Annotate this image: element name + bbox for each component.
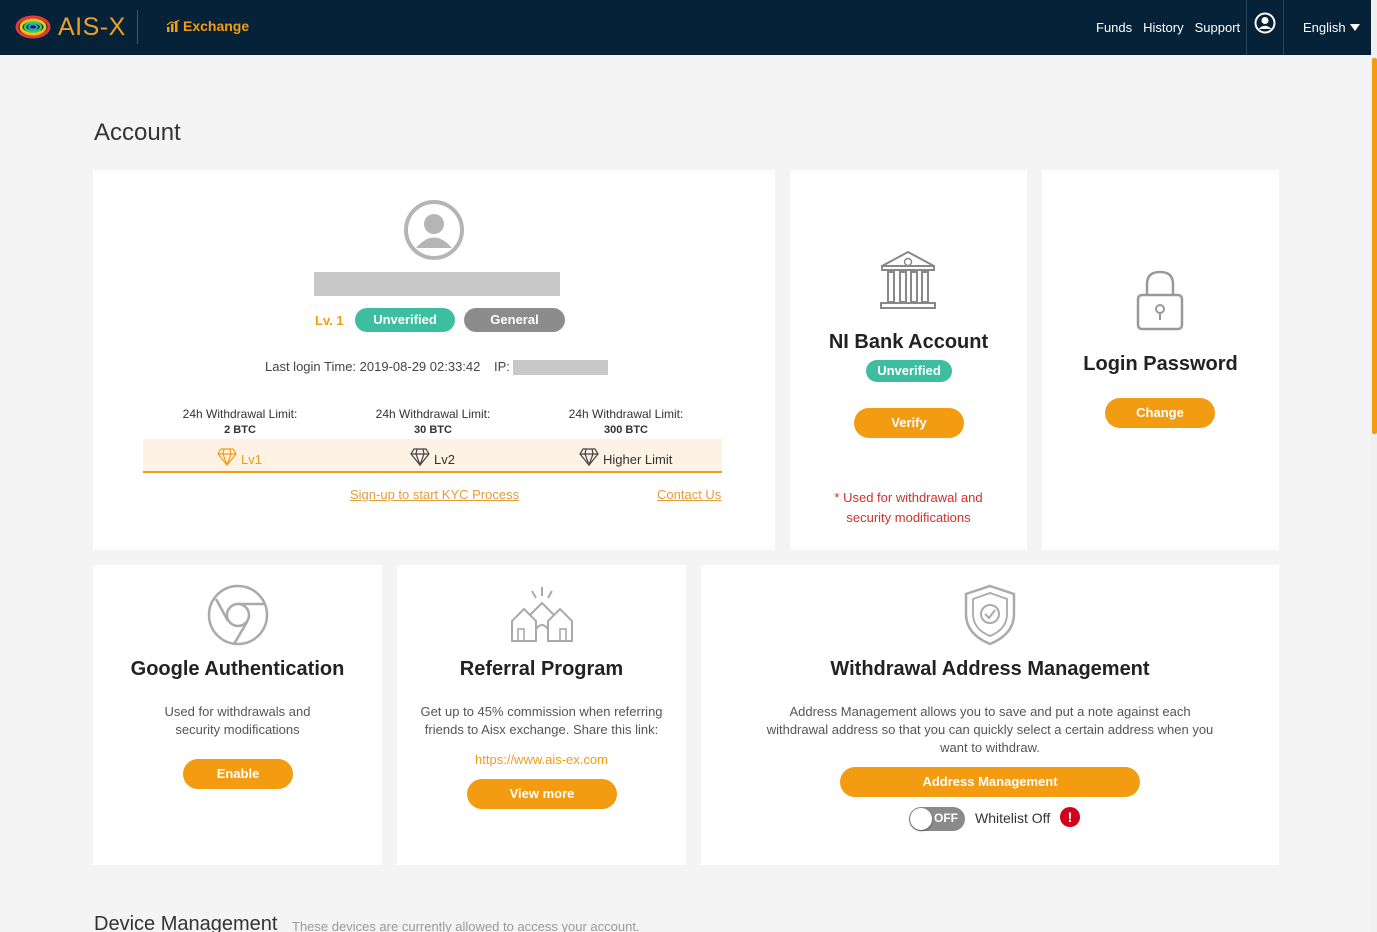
page-title: Account: [94, 119, 181, 146]
diamond-icon: [410, 447, 430, 466]
warning-icon[interactable]: !: [1060, 807, 1080, 827]
brand-divider: [137, 10, 138, 44]
bank-account-title: NI Bank Account: [828, 331, 989, 353]
referral-card: Referral Program Get up to 45% commissio…: [397, 565, 686, 865]
nav-separator: [1246, 0, 1247, 55]
nav-exchange[interactable]: Exchange: [166, 18, 249, 34]
limit-label: 24h Withdrawal Limit:: [375, 407, 491, 421]
nav-separator: [1283, 0, 1284, 55]
withdrawal-address-desc: Address Management allows you to save an…: [766, 704, 1214, 755]
address-management-button[interactable]: Address Management: [840, 767, 1140, 797]
page-scrollbar-thumb[interactable]: [1372, 58, 1377, 434]
google-auth-desc: Used for withdrawals and security modifi…: [164, 704, 311, 737]
nav-links: Funds History Support: [1096, 20, 1240, 35]
level-label: Lv. 1: [315, 313, 344, 328]
limit-value: 2 BTC: [224, 424, 256, 436]
account-type-badge: General: [464, 308, 565, 332]
tier-label: Higher Limit: [603, 452, 673, 467]
device-management-title: Device Management: [94, 913, 278, 932]
brand-name: AIS-X: [58, 12, 126, 41]
language-label: English: [1303, 20, 1346, 35]
view-more-referral-button[interactable]: View more: [467, 779, 617, 809]
limit-label: 24h Withdrawal Limit:: [182, 407, 298, 421]
bank-note: * Used for withdrawal and security modif…: [834, 490, 983, 525]
chrome-icon: [207, 584, 269, 646]
top-navbar: AIS-X Exchange Funds History Support Eng…: [0, 0, 1371, 55]
diamond-icon: [217, 447, 237, 466]
referral-share-link[interactable]: https://www.ais-ex.com: [397, 752, 686, 767]
tier-lv2: Lv2: [410, 446, 455, 467]
caret-down-icon: [1349, 23, 1360, 31]
limit-label: 24h Withdrawal Limit:: [568, 407, 684, 421]
diamond-icon: [579, 447, 599, 466]
swirl-logo-icon: [15, 15, 51, 39]
bank-status-badge: Unverified: [866, 360, 952, 382]
login-password-title: Login Password: [1083, 353, 1238, 375]
google-auth-title: Google Authentication: [130, 658, 345, 680]
withdrawal-address-title: Withdrawal Address Management: [830, 658, 1150, 680]
google-auth-card: Google Authentication Used for withdrawa…: [93, 565, 382, 865]
tier-label: Lv2: [434, 452, 455, 467]
limit-value: 300 BTC: [603, 424, 649, 436]
change-password-button[interactable]: Change: [1105, 398, 1215, 428]
verify-button[interactable]: Verify: [854, 408, 964, 438]
login-password-card: Login Password Change: [1042, 170, 1279, 550]
referral-title: Referral Program: [459, 658, 624, 680]
limit-higher: 24h Withdrawal Limit: 300 BTC: [536, 406, 716, 438]
lock-icon: [1136, 270, 1184, 331]
bank-account-card: NI Bank Account Unverified Verify * Used…: [790, 170, 1027, 550]
referral-houses-icon: [511, 587, 573, 642]
nav-history[interactable]: History: [1143, 20, 1183, 35]
device-management-subtitle: These devices are currently allowed to a…: [292, 919, 640, 932]
limit-lv1: 24h Withdrawal Limit: 2 BTC: [150, 406, 330, 438]
limit-lv2: 24h Withdrawal Limit: 30 BTC: [343, 406, 523, 438]
nav-support[interactable]: Support: [1195, 20, 1241, 35]
chart-bars-icon: [166, 19, 180, 32]
contact-us-link[interactable]: Contact Us: [657, 487, 721, 502]
bank-icon: [880, 250, 936, 309]
nav-funds[interactable]: Funds: [1096, 20, 1132, 35]
kyc-signup-link[interactable]: Sign-up to start KYC Process: [350, 487, 519, 502]
toggle-knob: [910, 808, 932, 830]
toggle-state-label: OFF: [934, 811, 958, 825]
avatar-icon: [404, 200, 464, 260]
last-login-time: Last login Time: 2019-08-29 02:33:42: [265, 359, 481, 374]
shield-check-icon: [964, 584, 1016, 646]
tier-higher: Higher Limit: [579, 446, 672, 467]
whitelist-toggle[interactable]: OFF: [909, 807, 965, 831]
nav-exchange-label: Exchange: [183, 18, 250, 34]
ip-redacted: [513, 360, 608, 375]
limit-value: 30 BTC: [414, 424, 452, 436]
enable-google-auth-button[interactable]: Enable: [183, 759, 293, 789]
tier-lv1: Lv1: [217, 446, 262, 467]
tier-label: Lv1: [241, 452, 262, 467]
brand-logo[interactable]: AIS-X: [14, 10, 126, 44]
whitelist-status-label: Whitelist Off: [975, 810, 1051, 826]
verification-status-badge: Unverified: [355, 308, 455, 332]
ip-label: IP:: [494, 359, 510, 374]
user-account-icon[interactable]: [1254, 12, 1276, 39]
referral-desc: Get up to 45% commission when referring …: [420, 704, 663, 737]
language-selector[interactable]: English: [1303, 20, 1360, 35]
username-redacted: [314, 272, 560, 296]
